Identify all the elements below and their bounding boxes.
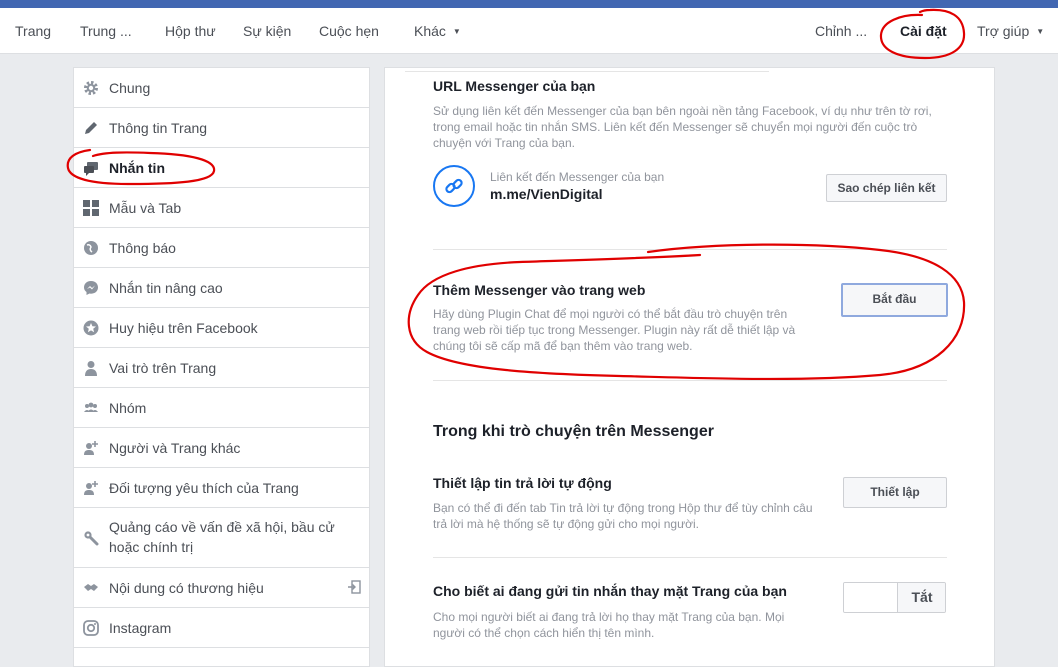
sidebar-item-general[interactable]: Chung [74, 68, 369, 108]
person-add-icon [83, 480, 99, 496]
person-icon [83, 360, 99, 376]
grid-icon [83, 200, 99, 216]
sidebar-item-page-roles[interactable]: Vai trò trên Trang [74, 348, 369, 388]
sidebar-item-messaging[interactable]: Nhắn tin [74, 148, 369, 188]
sidebar-item-political-ads[interactable]: Quảng cáo về vấn đề xã hội, bầu cử hoặc … [74, 508, 369, 568]
chat-bubbles-icon [83, 160, 99, 176]
sidebar-item-page-info[interactable]: Thông tin Trang [74, 108, 369, 148]
setup-auto-reply-button[interactable]: Thiết lập [843, 477, 947, 508]
copy-link-button[interactable]: Sao chép liên kết [826, 174, 947, 202]
instagram-icon [83, 620, 99, 636]
messenger-link-caption: Liên kết đến Messenger của bạn [490, 170, 665, 184]
sidebar-item-templates-tabs[interactable]: Mẫu và Tab [74, 188, 369, 228]
sidebar-item-advanced-messaging[interactable]: Nhắn tin nâng cao [74, 268, 369, 308]
sidebar-item-preferred-audience[interactable]: Đối tượng yêu thích của Trang [74, 468, 369, 508]
nav-tab-events[interactable]: Sự kiện [243, 8, 291, 54]
auto-reply-title: Thiết lập tin trả lời tự động [433, 475, 612, 491]
sidebar-item-label: Đối tượng yêu thích của Trang [109, 480, 299, 496]
sidebar-item-label: Nhắn tin [109, 160, 165, 176]
section-divider [433, 249, 947, 250]
nav-tab-appointments[interactable]: Cuộc hẹn [319, 8, 379, 54]
sidebar-item-facebook-badges[interactable]: Huy hiệu trên Facebook [74, 308, 369, 348]
globe-icon [83, 240, 99, 256]
section-divider [433, 557, 947, 558]
sidebar-item-label: Thông báo [109, 240, 176, 256]
link-icon [433, 165, 475, 207]
auto-reply-description: Bạn có thể đi đến tab Tin trả lời tự độn… [433, 501, 813, 531]
nav-tab-help-label: Trợ giúp [977, 23, 1030, 39]
sidebar-item-label: Nội dung có thương hiệu [109, 580, 264, 596]
show-sender-title: Cho biết ai đang gửi tin nhắn thay mặt T… [433, 583, 787, 599]
get-started-button[interactable]: Bắt đầu [841, 283, 948, 317]
sidebar-item-groups[interactable]: Nhóm [74, 388, 369, 428]
top-divider [405, 68, 769, 72]
sidebar-item-label: Chung [109, 80, 151, 96]
messenger-url-description: Sử dụng liên kết đến Messenger của bạn b… [433, 104, 932, 150]
external-link-icon [347, 580, 361, 597]
sidebar-item-label: Nhóm [109, 400, 147, 416]
pencil-icon [83, 120, 99, 136]
top-brand-strip [0, 0, 1058, 8]
nav-tab-settings[interactable]: Cài đặt [900, 8, 947, 54]
star-badge-icon [83, 320, 99, 336]
nav-tab-edit[interactable]: Chỉnh ... [815, 8, 867, 54]
messenger-icon [83, 280, 99, 296]
sidebar-item-label: Người và Trang khác [109, 440, 241, 456]
messaging-settings-panel: URL Messenger của bạn Sử dụng liên kết đ… [384, 67, 995, 667]
group-icon [83, 400, 99, 416]
sidebar-item-notifications[interactable]: Thông báo [74, 228, 369, 268]
add-messenger-website-description: Hãy dùng Plugin Chat để mọi người có thể… [433, 307, 796, 353]
handshake-icon [83, 580, 99, 596]
add-messenger-website-title: Thêm Messenger vào trang web [433, 282, 646, 298]
section-divider [433, 380, 947, 381]
nav-tab-center[interactable]: Trung ... [80, 8, 132, 54]
nav-tab-inbox[interactable]: Hộp thư [165, 8, 216, 54]
toggle-off-segment[interactable]: Tắt [898, 583, 945, 612]
settings-sidebar: Chung Thông tin Trang Nhắn tin Mẫu và Ta… [73, 67, 370, 667]
caret-down-icon: ▼ [1036, 27, 1045, 37]
wrench-icon [83, 530, 99, 546]
sidebar-item-instagram[interactable]: Instagram [74, 608, 369, 648]
while-chatting-heading: Trong khi trò chuyện trên Messenger [433, 423, 714, 440]
nav-tab-help[interactable]: Trợ giúp ▼ [977, 8, 1044, 54]
gear-icon [83, 80, 99, 96]
sidebar-item-people-other-pages[interactable]: Người và Trang khác [74, 428, 369, 468]
show-sender-description: Cho mọi người biết ai đang trả lời họ th… [433, 610, 785, 640]
messenger-link-value: m.me/VienDigital [490, 186, 603, 202]
sidebar-item-branded-content[interactable]: Nội dung có thương hiệu [74, 568, 369, 608]
nav-tab-more[interactable]: Khác ▼ [414, 8, 461, 54]
sidebar-item-label: Huy hiệu trên Facebook [109, 320, 258, 336]
sidebar-item-label: Thông tin Trang [109, 120, 208, 136]
sidebar-item-label: Quảng cáo về vấn đề xã hội, bầu cử hoặc … [109, 519, 335, 555]
caret-down-icon: ▼ [452, 27, 461, 37]
page-top-nav: Trang Trung ... Hộp thư Sự kiện Cuộc hẹn… [0, 8, 1058, 54]
sidebar-item-label: Nhắn tin nâng cao [109, 280, 223, 296]
messenger-url-title: URL Messenger của bạn [433, 78, 596, 94]
sidebar-item-label: Mẫu và Tab [109, 200, 182, 216]
sidebar-item-label: Instagram [109, 620, 172, 636]
nav-tab-more-label: Khác [414, 23, 446, 39]
person-add-icon [83, 440, 99, 456]
nav-tab-page[interactable]: Trang [15, 8, 51, 54]
toggle-on-segment[interactable] [844, 583, 898, 612]
show-sender-toggle[interactable]: Tắt [843, 582, 946, 613]
sidebar-item-label: Vai trò trên Trang [109, 360, 217, 376]
